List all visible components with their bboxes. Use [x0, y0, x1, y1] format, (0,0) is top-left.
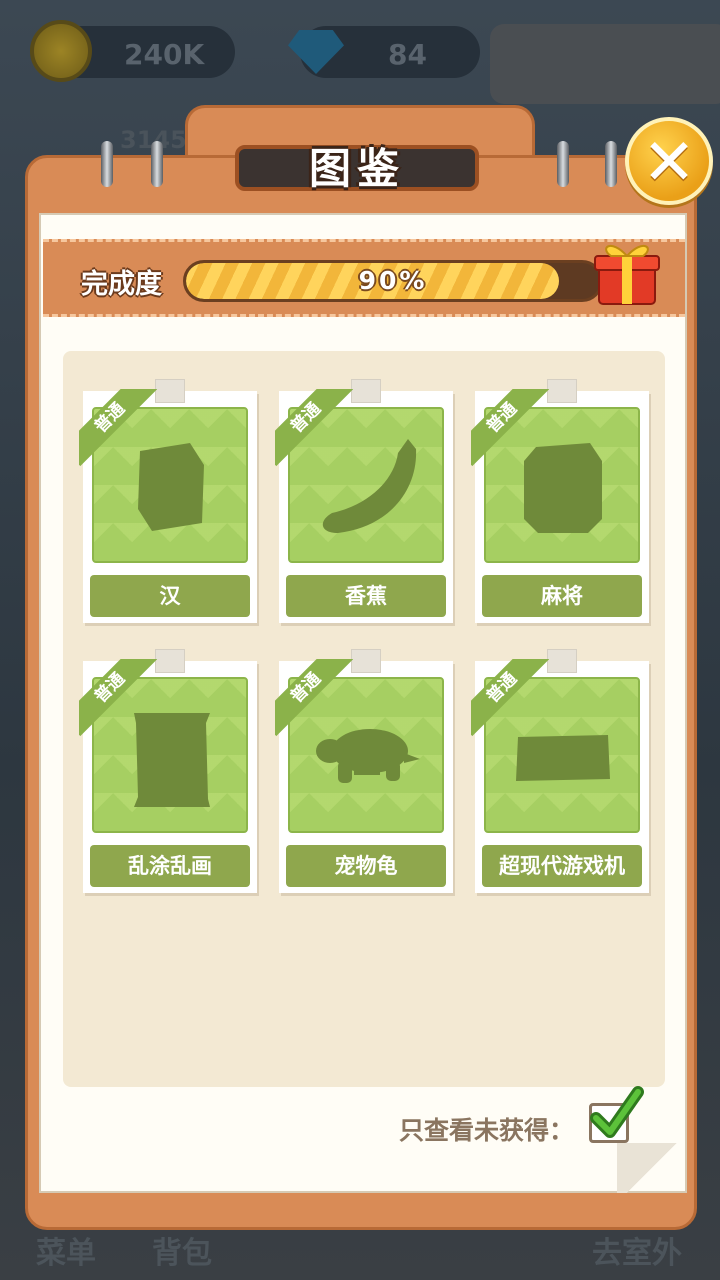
hud-panel [490, 24, 720, 104]
rarity-label: 普通 [275, 389, 353, 467]
card-name: 麻将 [482, 575, 642, 617]
completion-banner: 完成度 90% [43, 239, 685, 317]
binder-ring-icon [151, 141, 163, 187]
coin-icon [30, 20, 92, 82]
completion-percent: 90% [358, 266, 428, 295]
rarity-ribbon: 普通 [275, 659, 353, 737]
tape-decoration [155, 649, 185, 673]
collection-dialog: 图鉴 完成度 90% 汉 普通 香蕉 普通 麻将 普通 乱涂乱画 普通 宠物龟 … [25, 105, 713, 1230]
card-name: 乱涂乱画 [90, 845, 250, 887]
binder-ring-icon [605, 141, 617, 187]
card-name: 超现代游戏机 [482, 845, 642, 887]
close-button[interactable]: ✕ [625, 117, 713, 205]
card-name: 汉 [90, 575, 250, 617]
filter-label: 只查看未获得： [399, 1116, 575, 1145]
gift-box-icon[interactable] [591, 234, 663, 306]
bag-tab[interactable]: 背包 [152, 1228, 212, 1272]
rarity-ribbon: 普通 [471, 389, 549, 467]
binder-ring-icon [557, 141, 569, 187]
show-unobtained-checkbox[interactable] [589, 1086, 644, 1143]
gem-value: 84 [388, 38, 427, 71]
collection-card[interactable]: 麻将 普通 [471, 379, 649, 623]
rarity-label: 普通 [79, 659, 157, 737]
collection-card[interactable]: 超现代游戏机 普通 [471, 649, 649, 893]
rarity-ribbon: 普通 [275, 389, 353, 467]
rarity-label: 普通 [275, 659, 353, 737]
rarity-ribbon: 普通 [471, 659, 549, 737]
rarity-label: 普通 [471, 659, 549, 737]
collection-card[interactable]: 香蕉 普通 [275, 379, 453, 623]
check-icon [590, 1086, 644, 1138]
outdoor-tab[interactable]: 去室外 [592, 1228, 682, 1272]
tape-decoration [547, 649, 577, 673]
page-curl [617, 1143, 687, 1193]
rarity-ribbon: 普通 [79, 659, 157, 737]
binder-ring-icon [101, 141, 113, 187]
collection-card[interactable]: 汉 普通 [79, 379, 257, 623]
completion-label: 完成度 [81, 269, 162, 300]
tape-decoration [155, 379, 185, 403]
collection-page: 完成度 90% 汉 普通 香蕉 普通 麻将 普通 乱涂乱画 普通 宠物龟 普通 … [39, 213, 687, 1193]
card-name: 香蕉 [286, 575, 446, 617]
rarity-label: 普通 [471, 389, 549, 467]
tape-decoration [351, 379, 381, 403]
card-name: 宠物龟 [286, 845, 446, 887]
dialog-title: 图鉴 [308, 144, 405, 193]
completion-progress-bar: 90% [183, 260, 603, 302]
rarity-label: 普通 [79, 389, 157, 467]
close-icon: ✕ [642, 126, 696, 200]
tape-decoration [547, 379, 577, 403]
tape-decoration [351, 649, 381, 673]
menu-tab[interactable]: 菜单 [36, 1228, 96, 1272]
collection-card[interactable]: 宠物龟 普通 [275, 649, 453, 893]
rarity-ribbon: 普通 [79, 389, 157, 467]
collection-grid: 汉 普通 香蕉 普通 麻将 普通 乱涂乱画 普通 宠物龟 普通 超现代游戏机 普… [63, 351, 665, 1087]
collection-card[interactable]: 乱涂乱画 普通 [79, 649, 257, 893]
coin-value: 240K [124, 38, 205, 71]
